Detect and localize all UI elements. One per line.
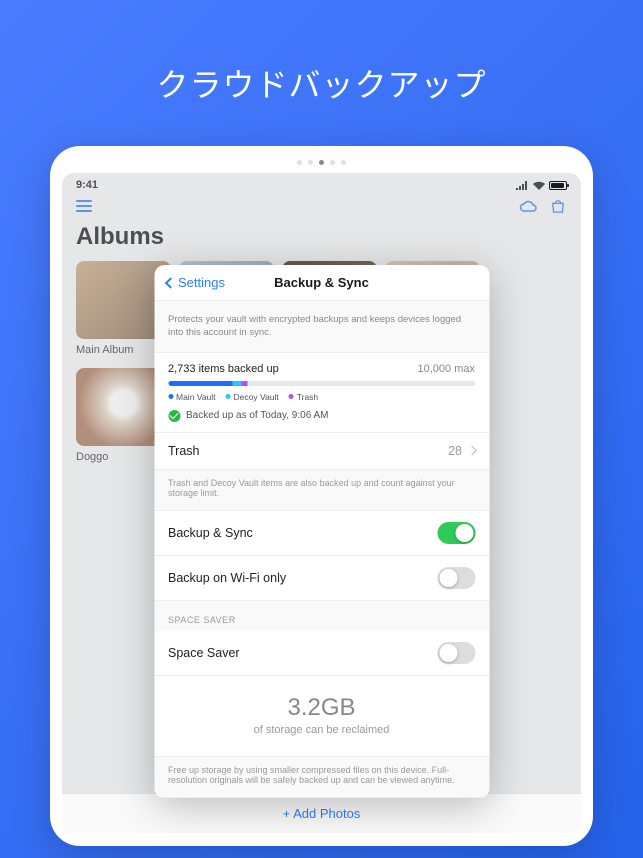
trash-label: Trash <box>168 444 200 458</box>
space-sub: of storage can be reclaimed <box>168 724 475 736</box>
storage-progress <box>168 381 475 386</box>
backup-sync-row: Backup & Sync <box>154 511 489 556</box>
space-saver-row: Space Saver <box>154 631 489 676</box>
space-size: 3.2GB <box>168 694 475 722</box>
wifi-only-row: Backup on Wi-Fi only <box>154 556 489 601</box>
backup-sync-modal: Settings Backup & Sync Protects your vau… <box>154 265 489 798</box>
chevron-left-icon <box>164 277 175 288</box>
modal-description: Protects your vault with encrypted backu… <box>154 301 489 353</box>
wifi-only-toggle[interactable] <box>437 567 475 589</box>
hero-title: クラウドバックアップ <box>0 0 643 146</box>
tablet-frame: 9:41 Albums Main Album <box>50 146 593 846</box>
items-max: 10,000 max <box>418 363 475 375</box>
backup-sync-toggle[interactable] <box>437 522 475 544</box>
backup-status: Backed up as of Today, 9:06 AM <box>154 410 489 433</box>
storage-legend: Main Vault Decoy Vault Trash <box>154 392 489 410</box>
trash-note: Trash and Decoy Vault items are also bac… <box>154 470 489 511</box>
wifi-only-label: Backup on Wi-Fi only <box>168 571 286 585</box>
add-photos-button[interactable]: + Add Photos <box>62 793 581 833</box>
trash-count: 28 <box>448 444 462 458</box>
check-icon <box>168 410 180 422</box>
space-saver-label: Space Saver <box>168 646 240 660</box>
space-saver-header: SPACE SAVER <box>154 601 489 631</box>
items-backed-up: 2,733 items backed up <box>168 363 279 375</box>
chevron-right-icon <box>467 446 477 456</box>
back-button[interactable]: Settings <box>166 275 225 290</box>
space-note: Free up storage by using smaller compres… <box>154 757 489 798</box>
device-notch <box>62 160 581 165</box>
trash-row[interactable]: Trash 28 <box>154 433 489 470</box>
space-saver-toggle[interactable] <box>437 642 475 664</box>
screen: 9:41 Albums Main Album <box>62 173 581 833</box>
battery-icon <box>549 181 567 190</box>
space-reclaim-block: 3.2GB of storage can be reclaimed <box>154 676 489 757</box>
backup-sync-label: Backup & Sync <box>168 526 253 540</box>
back-label: Settings <box>178 275 225 290</box>
